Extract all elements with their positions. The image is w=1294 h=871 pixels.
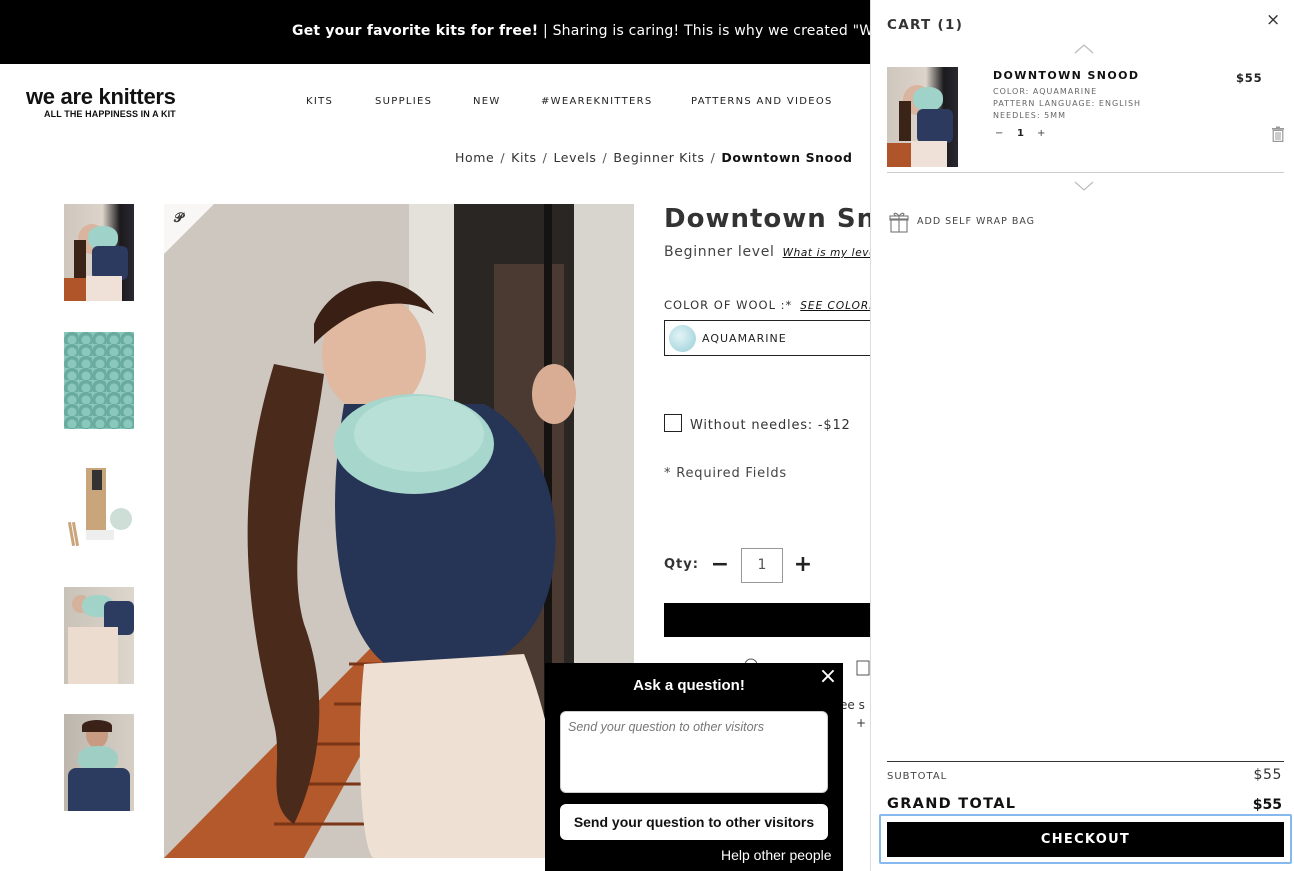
required-fields-note: * Required Fields bbox=[664, 466, 788, 481]
breadcrumb-separator: / bbox=[500, 150, 506, 165]
breadcrumb-separator: / bbox=[602, 150, 608, 165]
grand-total-label: GRAND TOTAL bbox=[887, 796, 1017, 812]
free-shipping-fragment: ee s bbox=[840, 698, 865, 712]
logo-wordmark: we are knitters bbox=[26, 84, 176, 109]
add-self-wrap-bag[interactable]: ADD SELF WRAP BAG bbox=[917, 216, 1035, 227]
send-question-button[interactable]: Send your question to other visitors bbox=[560, 804, 828, 840]
add-to-cart-button[interactable] bbox=[664, 603, 894, 637]
color-label-text: COLOR OF WOOL :* bbox=[664, 298, 793, 312]
ask-question-popup: Ask a question! × Send your question to … bbox=[545, 663, 843, 871]
cart-item-price: $55 bbox=[1236, 71, 1263, 85]
breadcrumb-home[interactable]: Home bbox=[455, 150, 494, 165]
breadcrumb-kits[interactable]: Kits bbox=[511, 150, 536, 165]
nav-item-weareknitters[interactable]: #WEAREKNITTERS bbox=[541, 96, 653, 107]
totals-divider bbox=[887, 761, 1284, 762]
qty-increase-button[interactable]: + bbox=[792, 553, 814, 577]
cart-qty-increase-button[interactable]: + bbox=[1037, 128, 1045, 139]
grand-total-value: $55 bbox=[1252, 797, 1282, 813]
cart-item-image[interactable] bbox=[887, 67, 958, 167]
breadcrumb-separator: / bbox=[710, 150, 716, 165]
cart-item-option: COLOR: AQUAMARINE bbox=[993, 87, 1098, 96]
cart-item-name[interactable]: DOWNTOWN SNOOD bbox=[993, 69, 1139, 82]
chevron-up-icon[interactable] bbox=[1074, 42, 1094, 54]
cart-divider bbox=[887, 172, 1284, 173]
promo-banner-text: Get your favorite kits for free! | Shari… bbox=[292, 23, 905, 39]
color-of-wool-label: COLOR OF WOOL :* SEE COLORS bbox=[664, 298, 877, 312]
nav-item-supplies[interactable]: SUPPLIES bbox=[375, 96, 432, 107]
cart-drawer: CART (1) × DOWNTOWN SNOOD $55 COLOR: AQU… bbox=[870, 0, 1294, 871]
color-swatch-icon bbox=[669, 325, 696, 352]
cart-qty-value[interactable]: 1 bbox=[1017, 128, 1024, 139]
color-select[interactable]: AQUAMARINE bbox=[664, 320, 894, 356]
product-thumbnail-1[interactable] bbox=[64, 204, 134, 301]
breadcrumb-current: Downtown Snood bbox=[721, 150, 853, 165]
product-thumbnail-5[interactable] bbox=[64, 714, 134, 811]
nav-item-new[interactable]: NEW bbox=[473, 96, 501, 107]
qty-input[interactable]: 1 bbox=[741, 548, 783, 583]
more-info-fragment: + bbox=[856, 716, 867, 730]
logo-tagline: ALL THE HAPPINESS IN A KIT bbox=[44, 109, 176, 119]
close-icon[interactable]: × bbox=[1266, 10, 1280, 30]
without-needles-label: Without needles: -$12 bbox=[690, 418, 851, 433]
pinterest-icon[interactable]: 𝒫 bbox=[174, 211, 183, 226]
question-placeholder: Send your question to other visitors bbox=[568, 720, 764, 734]
qty-label: Qty: bbox=[664, 557, 699, 572]
cart-item-option: NEEDLES: 5MM bbox=[993, 111, 1066, 120]
what-is-my-level-link[interactable]: What is my leve bbox=[783, 247, 876, 259]
subtotal-label: SUBTOTAL bbox=[887, 771, 948, 782]
site-logo[interactable]: we are knitters ALL THE HAPPINESS IN A K… bbox=[26, 84, 176, 120]
promo-banner-bold: Get your favorite kits for free! bbox=[292, 23, 539, 39]
product-title: Downtown Sno bbox=[664, 204, 895, 234]
close-icon[interactable]: × bbox=[817, 665, 839, 689]
color-selected-value: AQUAMARINE bbox=[702, 332, 787, 345]
product-thumbnail-4[interactable] bbox=[64, 587, 134, 684]
checkout-focus-ring: CHECKOUT bbox=[879, 814, 1292, 864]
breadcrumb-beginner-kits[interactable]: Beginner Kits bbox=[613, 150, 704, 165]
checkout-button[interactable]: CHECKOUT bbox=[887, 822, 1284, 857]
nav-item-patterns-videos[interactable]: PATTERNS AND VIDEOS bbox=[691, 96, 833, 107]
breadcrumb: Home / Kits / Levels / Beginner Kits / Downtown … bbox=[455, 150, 853, 165]
cart-header: CART (1) bbox=[887, 17, 964, 33]
trash-icon[interactable] bbox=[1271, 126, 1285, 142]
product-level-text: Beginner level bbox=[664, 244, 775, 260]
help-other-people-link[interactable]: Help other people bbox=[721, 847, 832, 863]
qty-decrease-button[interactable]: − bbox=[710, 553, 730, 577]
breadcrumb-separator: / bbox=[542, 150, 548, 165]
gift-bag-icon[interactable] bbox=[889, 211, 909, 233]
question-textarea[interactable]: Send your question to other visitors bbox=[560, 711, 828, 793]
cart-item-option: PATTERN LANGUAGE: ENGLISH bbox=[993, 99, 1142, 108]
breadcrumb-levels[interactable]: Levels bbox=[553, 150, 596, 165]
subtotal-value: $55 bbox=[1253, 767, 1282, 783]
without-needles-checkbox[interactable] bbox=[664, 414, 682, 432]
cart-qty-decrease-button[interactable]: − bbox=[995, 128, 1003, 139]
nav-item-kits[interactable]: KITS bbox=[306, 96, 333, 107]
product-level: Beginner level What is my leve bbox=[664, 244, 876, 260]
product-thumbnail-3[interactable] bbox=[64, 460, 134, 557]
see-colors-link[interactable]: SEE COLORS bbox=[800, 300, 877, 312]
ask-question-title: Ask a question! bbox=[633, 677, 745, 694]
promo-banner-rest: | Sharing is caring! This is why we crea… bbox=[538, 23, 905, 39]
chevron-down-icon[interactable] bbox=[1074, 181, 1094, 193]
product-thumbnail-2[interactable] bbox=[64, 332, 134, 429]
